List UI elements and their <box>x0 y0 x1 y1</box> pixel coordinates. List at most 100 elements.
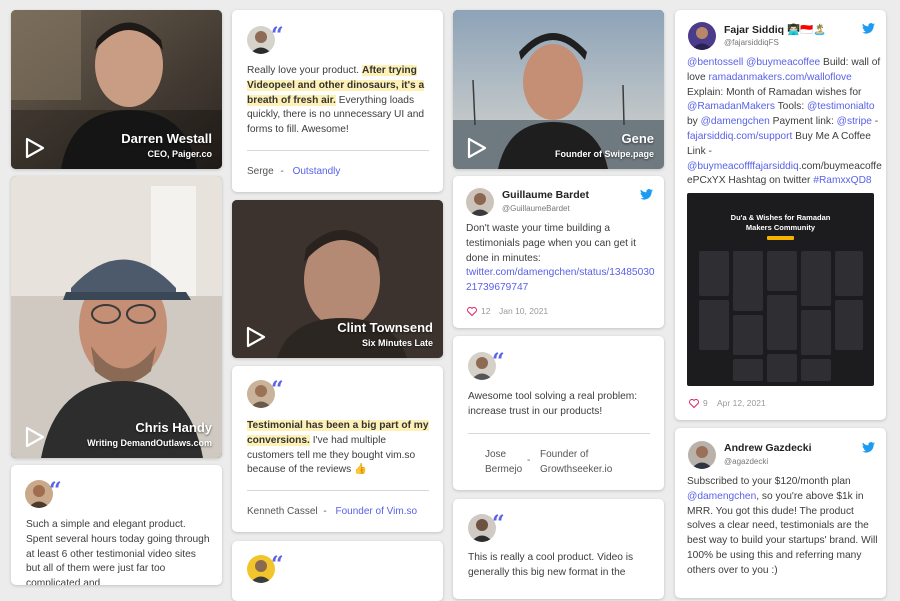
author-line: Serge - Outstandly <box>247 166 340 177</box>
tweet-image[interactable]: Du'a & Wishes for Ramadan Makers Communi… <box>687 193 874 386</box>
tweet-author-name: Guillaume Bardet <box>502 189 589 201</box>
divider <box>468 433 650 434</box>
author-line: Kenneth Cassel - Founder of Vim.so <box>247 506 417 517</box>
testimonial-text: Such a simple and elegant product. Spent… <box>26 519 210 585</box>
author-company-link[interactable]: Founder of Vim.so <box>336 506 418 517</box>
tweet-link[interactable]: @bentossell @buymeacoffee <box>687 57 820 68</box>
author-first-name: Jose <box>485 449 507 460</box>
heart-icon[interactable] <box>467 307 477 316</box>
play-icon[interactable] <box>25 137 45 159</box>
testimonial-card-kenneth: “ Testimonial has been a big part of my … <box>232 366 443 532</box>
tweet-author-handle: @agazdecki <box>724 457 769 466</box>
tweet-body-start: Subscribed to your $120/month plan <box>687 476 851 487</box>
company-line-2: Growthseeker.io <box>540 464 613 475</box>
tweet-line: by @damengchen Payment link: @stripe - <box>687 115 882 130</box>
image-grid <box>699 251 863 382</box>
tweet-link[interactable]: @damengchen <box>701 116 770 127</box>
tweet-text-segment: ePCxYX Hashtag on twitter <box>687 175 814 187</box>
video-person-name: Gene <box>621 131 654 146</box>
video-thumbnail <box>11 176 222 458</box>
author-separator: - <box>323 506 327 517</box>
quote-icon: “ <box>271 377 284 403</box>
tweet-link[interactable]: #RamxxQD8 <box>813 175 871 186</box>
video-person-name: Darren Westall <box>121 131 212 146</box>
tweet-text-segment: Explain: Month of Ramadan wishes for <box>687 86 862 98</box>
tweet-author-name: Fajar Siddiq 👨🏻‍💻🇮🇩🏝️ <box>724 24 827 36</box>
author-separator: - <box>527 455 531 466</box>
tweet-line: fajarsiddiq.com/support Buy Me A Coffee <box>687 130 882 145</box>
tweet-line: love ramadanmakers.com/walloflove <box>687 71 882 86</box>
testimonial-card-jose: “ Awesome tool solving a real problem: i… <box>453 336 664 490</box>
tweet-link[interactable]: @buymeacoffffajarsiddiq <box>687 161 799 172</box>
play-icon[interactable] <box>467 137 487 159</box>
author-name: Kenneth Cassel <box>247 506 318 517</box>
video-person-role: Founder of Swipe.page <box>554 149 654 159</box>
tweet-text-segment: love <box>687 71 709 83</box>
tweet-link[interactable]: @RamadanMakers <box>687 101 775 112</box>
like-count: 9 <box>703 398 708 408</box>
tweet-author-handle: @fajarsiddiqFS <box>724 38 779 47</box>
tweet-line: @bentossell @buymeacoffee Build: wall of <box>687 56 882 71</box>
video-card-darren[interactable]: Darren Westall CEO, Paiger.co <box>11 10 222 169</box>
avatar <box>688 441 716 469</box>
avatar <box>688 22 716 50</box>
tweet-date: Apr 12, 2021 <box>717 398 766 408</box>
testimonial-card-cool: “ This is really a cool product. Video i… <box>453 499 664 599</box>
quote-icon: “ <box>492 511 505 537</box>
tweet-body: Don't waste your time building a testimo… <box>466 223 636 264</box>
tweet-line: ePCxYX Hashtag on twitter #RamxxQD8 <box>687 174 882 189</box>
tweet-line: @RamadanMakers Tools: @testimonialto <box>687 100 882 115</box>
tweet-text-segment: Build: wall of <box>820 57 881 68</box>
tweet-body-mid: , so you're above $1k in <box>756 490 864 502</box>
author-company-link[interactable]: Outstandly <box>293 166 341 177</box>
testimonial-text: Awesome tool solving a real problem: inc… <box>468 391 638 417</box>
video-person-name: Chris Handy <box>135 420 212 435</box>
tweet-author-name: Andrew Gazdecki <box>724 442 812 454</box>
heart-icon[interactable] <box>689 399 699 408</box>
like-count: 12 <box>481 306 491 316</box>
tweet-text-segment: Payment link: <box>769 116 837 128</box>
video-card-chris[interactable]: Chris Handy Writing DemandOutlaws.com <box>11 176 222 458</box>
tweet-link-cont[interactable]: 21739679747 <box>466 282 528 293</box>
tweet-text: @bentossell @buymeacoffee Build: wall of… <box>687 56 882 189</box>
tweet-link[interactable]: @stripe <box>837 116 872 127</box>
testimonial-card-serge: “ Really love your product. After trying… <box>232 10 443 192</box>
tweet-author-handle: @GuillaumeBardet <box>502 204 570 213</box>
video-card-gene[interactable]: Gene Founder of Swipe.page <box>453 10 664 169</box>
tweet-link[interactable]: @testimonialto <box>807 101 875 112</box>
tweet-card-guillaume[interactable]: Guillaume Bardet @GuillaumeBardet Don't … <box>453 176 664 328</box>
tweet-text-segment: .com/buymeacoffe <box>798 160 882 172</box>
tweet-text-segment: Tools: <box>774 101 808 113</box>
play-icon[interactable] <box>25 426 45 448</box>
twitter-icon <box>862 442 875 453</box>
tweet-text-segment: Link - <box>687 145 712 157</box>
avatar <box>466 188 494 216</box>
video-person-name: Clint Townsend <box>337 320 433 335</box>
quote-icon: “ <box>492 349 505 375</box>
tweet-card-fajar[interactable]: Fajar Siddiq 👨🏻‍💻🇮🇩🏝️ @fajarsiddiqFS @be… <box>675 10 886 420</box>
tweet-line: Explain: Month of Ramadan wishes for <box>687 86 882 101</box>
twitter-icon <box>640 189 653 200</box>
tweet-link[interactable]: ramadanmakers.com/walloflove <box>709 72 852 83</box>
testimonial-card-partial: “ <box>232 541 443 601</box>
tweet-link[interactable]: fajarsiddiq.com/support <box>687 131 792 142</box>
tweet-line: Link - <box>687 145 882 160</box>
tweet-link[interactable]: twitter.com/damengchen/status/13485030 <box>466 267 655 278</box>
tweet-date: Jan 10, 2021 <box>499 306 549 316</box>
tweet-card-andrew[interactable]: Andrew Gazdecki @agazdecki Subscribed to… <box>675 428 886 598</box>
quote-icon: “ <box>271 552 284 578</box>
video-card-clint[interactable]: Clint Townsend Six Minutes Late <box>232 200 443 358</box>
tweet-mention[interactable]: @damengchen <box>687 491 756 502</box>
play-icon[interactable] <box>246 326 266 348</box>
author-name: Jose Bermejo <box>485 447 522 477</box>
testimonial-text: This is really a cool product. Video is … <box>468 552 634 578</box>
author-company-link[interactable]: Founder of Growthseeker.io <box>540 447 612 477</box>
author-last-name: Bermejo <box>485 464 523 475</box>
tweet-text: Don't waste your time building a testimo… <box>466 222 656 296</box>
video-person-role: CEO, Paiger.co <box>147 149 212 159</box>
quote-icon: “ <box>271 23 284 49</box>
tweet-body-rest: MRR. You got this dude! The product solv… <box>687 505 878 576</box>
tweet-text: Subscribed to your $120/month plan @dame… <box>687 475 879 579</box>
divider <box>247 150 429 151</box>
author-name: Serge <box>247 166 274 177</box>
